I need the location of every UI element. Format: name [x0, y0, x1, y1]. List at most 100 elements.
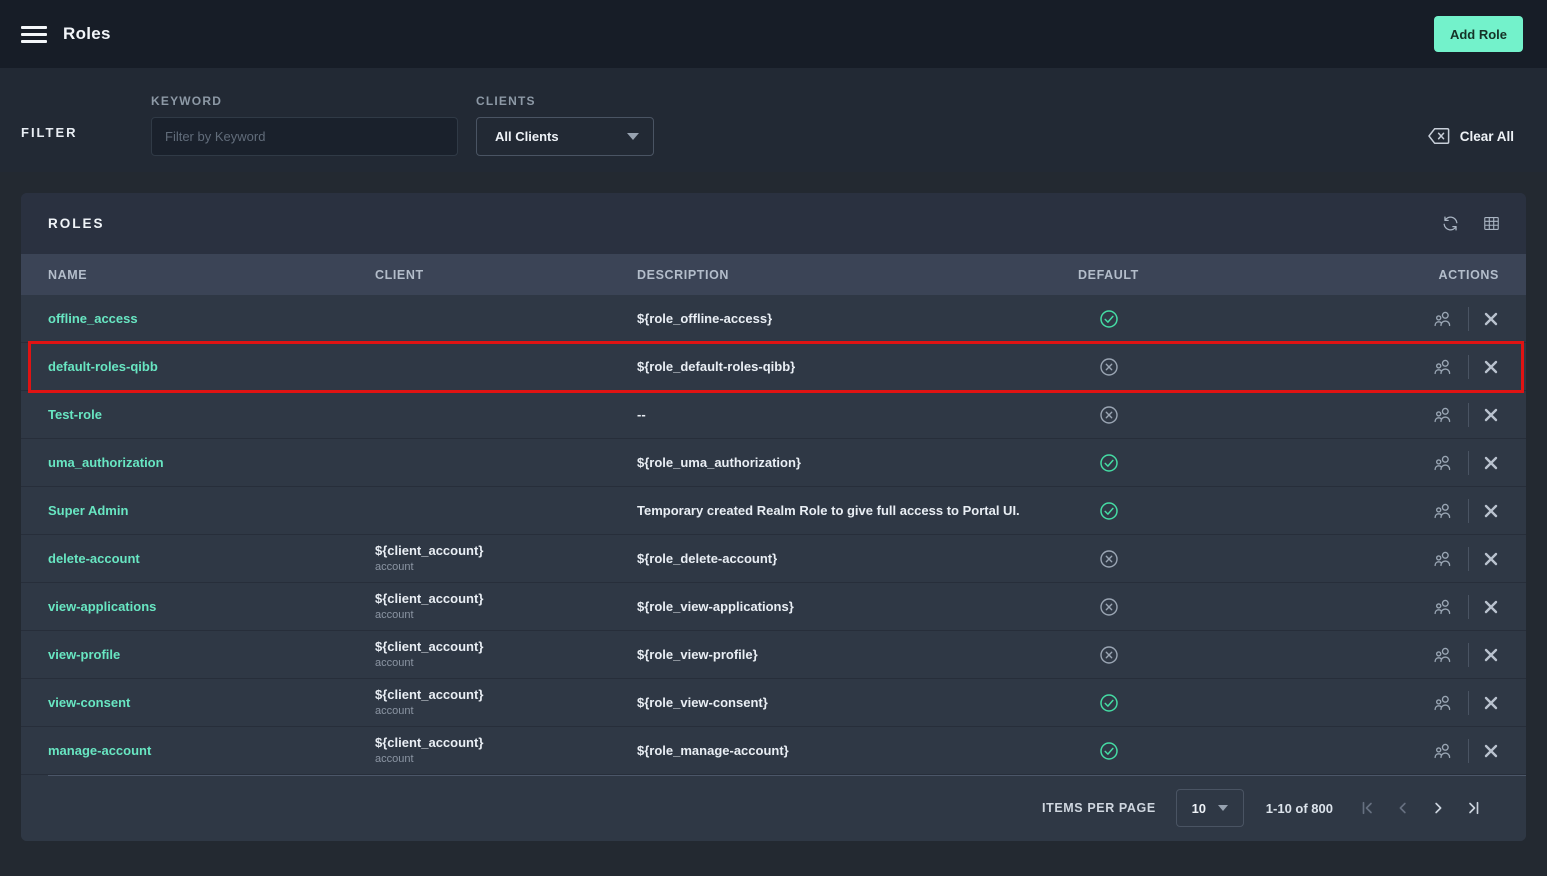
- delete-role-icon[interactable]: [1483, 695, 1499, 711]
- default-cell: [1078, 501, 1340, 521]
- role-name-link[interactable]: view-applications: [48, 599, 156, 614]
- actions-divider: [1468, 643, 1469, 667]
- delete-role-icon[interactable]: [1483, 647, 1499, 663]
- backspace-icon: [1427, 126, 1451, 146]
- page-size-select[interactable]: 10: [1176, 789, 1244, 827]
- check-circle-icon: [1099, 309, 1340, 329]
- delete-role-icon[interactable]: [1483, 311, 1499, 327]
- table-grid-icon[interactable]: [1482, 214, 1501, 233]
- clear-all-button[interactable]: Clear All: [1427, 126, 1514, 146]
- name-cell: view-applications: [21, 598, 375, 616]
- default-cell: [1078, 453, 1340, 473]
- delete-role-icon[interactable]: [1483, 503, 1499, 519]
- clients-selected-value: All Clients: [495, 129, 559, 144]
- cross-circle-icon: [1099, 645, 1340, 665]
- check-circle-icon: [1099, 453, 1340, 473]
- description-cell: ${role_uma_authorization}: [637, 454, 1078, 472]
- client-id-text: ${client_account}: [375, 544, 637, 558]
- name-cell: default-roles-qibb: [21, 358, 375, 376]
- clients-filter-group: CLIENTS All Clients: [476, 94, 654, 156]
- role-name-link[interactable]: uma_authorization: [48, 455, 164, 470]
- role-name-link[interactable]: Super Admin: [48, 503, 128, 518]
- role-name-link[interactable]: view-profile: [48, 647, 120, 662]
- client-cell: ${client_account} account: [375, 736, 637, 765]
- keyword-input[interactable]: [151, 117, 458, 156]
- role-name-link[interactable]: offline_access: [48, 311, 138, 326]
- description-text: ${role_view-profile}: [637, 647, 758, 662]
- keyword-filter-group: KEYWORD: [151, 94, 458, 156]
- actions-cell: [1340, 307, 1526, 331]
- actions-cell: [1340, 355, 1526, 379]
- previous-page-button[interactable]: [1394, 799, 1412, 817]
- client-id-text: ${client_account}: [375, 688, 637, 702]
- assign-users-icon[interactable]: [1432, 644, 1454, 666]
- assign-users-icon[interactable]: [1432, 452, 1454, 474]
- clients-select[interactable]: All Clients: [476, 117, 654, 156]
- last-page-button[interactable]: [1464, 799, 1482, 817]
- client-id-text: ${client_account}: [375, 640, 637, 654]
- assign-users-icon[interactable]: [1432, 404, 1454, 426]
- table-row: view-profile ${client_account} account $…: [21, 631, 1526, 679]
- actions-divider: [1468, 307, 1469, 331]
- next-page-button[interactable]: [1429, 799, 1447, 817]
- check-circle-icon: [1099, 741, 1340, 761]
- assign-users-icon[interactable]: [1432, 356, 1454, 378]
- actions-cell: [1340, 739, 1526, 763]
- description-text: ${role_uma_authorization}: [637, 455, 801, 470]
- role-name-link[interactable]: view-consent: [48, 695, 130, 710]
- page-size-value: 10: [1192, 801, 1206, 816]
- actions-divider: [1468, 739, 1469, 763]
- actions-divider: [1468, 451, 1469, 475]
- client-id-text: ${client_account}: [375, 736, 637, 750]
- default-cell: [1078, 741, 1340, 761]
- assign-users-icon[interactable]: [1432, 500, 1454, 522]
- delete-role-icon[interactable]: [1483, 599, 1499, 615]
- client-name-text: account: [375, 657, 637, 669]
- description-cell: --: [637, 406, 1078, 424]
- assign-users-icon[interactable]: [1432, 692, 1454, 714]
- table-row: default-roles-qibb ${role_default-roles-…: [21, 343, 1526, 391]
- description-cell: Temporary created Realm Role to give ful…: [637, 502, 1078, 520]
- role-name-link[interactable]: delete-account: [48, 551, 140, 566]
- delete-role-icon[interactable]: [1483, 455, 1499, 471]
- client-name-text: account: [375, 609, 637, 621]
- actions-cell: [1340, 403, 1526, 427]
- delete-role-icon[interactable]: [1483, 359, 1499, 375]
- description-cell: ${role_view-profile}: [637, 646, 1078, 664]
- actions-divider: [1468, 691, 1469, 715]
- description-cell: ${role_view-consent}: [637, 694, 1078, 712]
- description-cell: ${role_default-roles-qibb}: [637, 358, 1078, 376]
- assign-users-icon[interactable]: [1432, 596, 1454, 618]
- assign-users-icon[interactable]: [1432, 548, 1454, 570]
- assign-users-icon[interactable]: [1432, 308, 1454, 330]
- add-role-button[interactable]: Add Role: [1434, 16, 1523, 52]
- role-name-link[interactable]: manage-account: [48, 743, 151, 758]
- client-name-text: account: [375, 705, 637, 717]
- filter-section-label: FILTER: [21, 125, 78, 140]
- default-cell: [1078, 405, 1340, 425]
- refresh-icon[interactable]: [1441, 214, 1460, 233]
- assign-users-icon[interactable]: [1432, 740, 1454, 762]
- actions-cell: [1340, 499, 1526, 523]
- description-cell: ${role_delete-account}: [637, 550, 1078, 568]
- description-text: ${role_manage-account}: [637, 743, 789, 758]
- client-cell: [375, 461, 637, 464]
- name-cell: Super Admin: [21, 502, 375, 520]
- delete-role-icon[interactable]: [1483, 407, 1499, 423]
- items-per-page-label: ITEMS PER PAGE: [1042, 801, 1156, 815]
- default-cell: [1078, 549, 1340, 569]
- role-name-link[interactable]: Test-role: [48, 407, 102, 422]
- actions-cell: [1340, 643, 1526, 667]
- actions-cell: [1340, 451, 1526, 475]
- table-row: view-applications ${client_account} acco…: [21, 583, 1526, 631]
- first-page-button[interactable]: [1359, 799, 1377, 817]
- menu-icon[interactable]: [21, 22, 47, 47]
- client-cell: [375, 509, 637, 512]
- delete-role-icon[interactable]: [1483, 743, 1499, 759]
- column-header-default: DEFAULT: [1078, 268, 1340, 282]
- roles-card-title: ROLES: [48, 216, 105, 231]
- role-name-link[interactable]: default-roles-qibb: [48, 359, 158, 374]
- description-text: ${role_view-consent}: [637, 695, 768, 710]
- delete-role-icon[interactable]: [1483, 551, 1499, 567]
- chevron-down-icon: [1218, 805, 1228, 811]
